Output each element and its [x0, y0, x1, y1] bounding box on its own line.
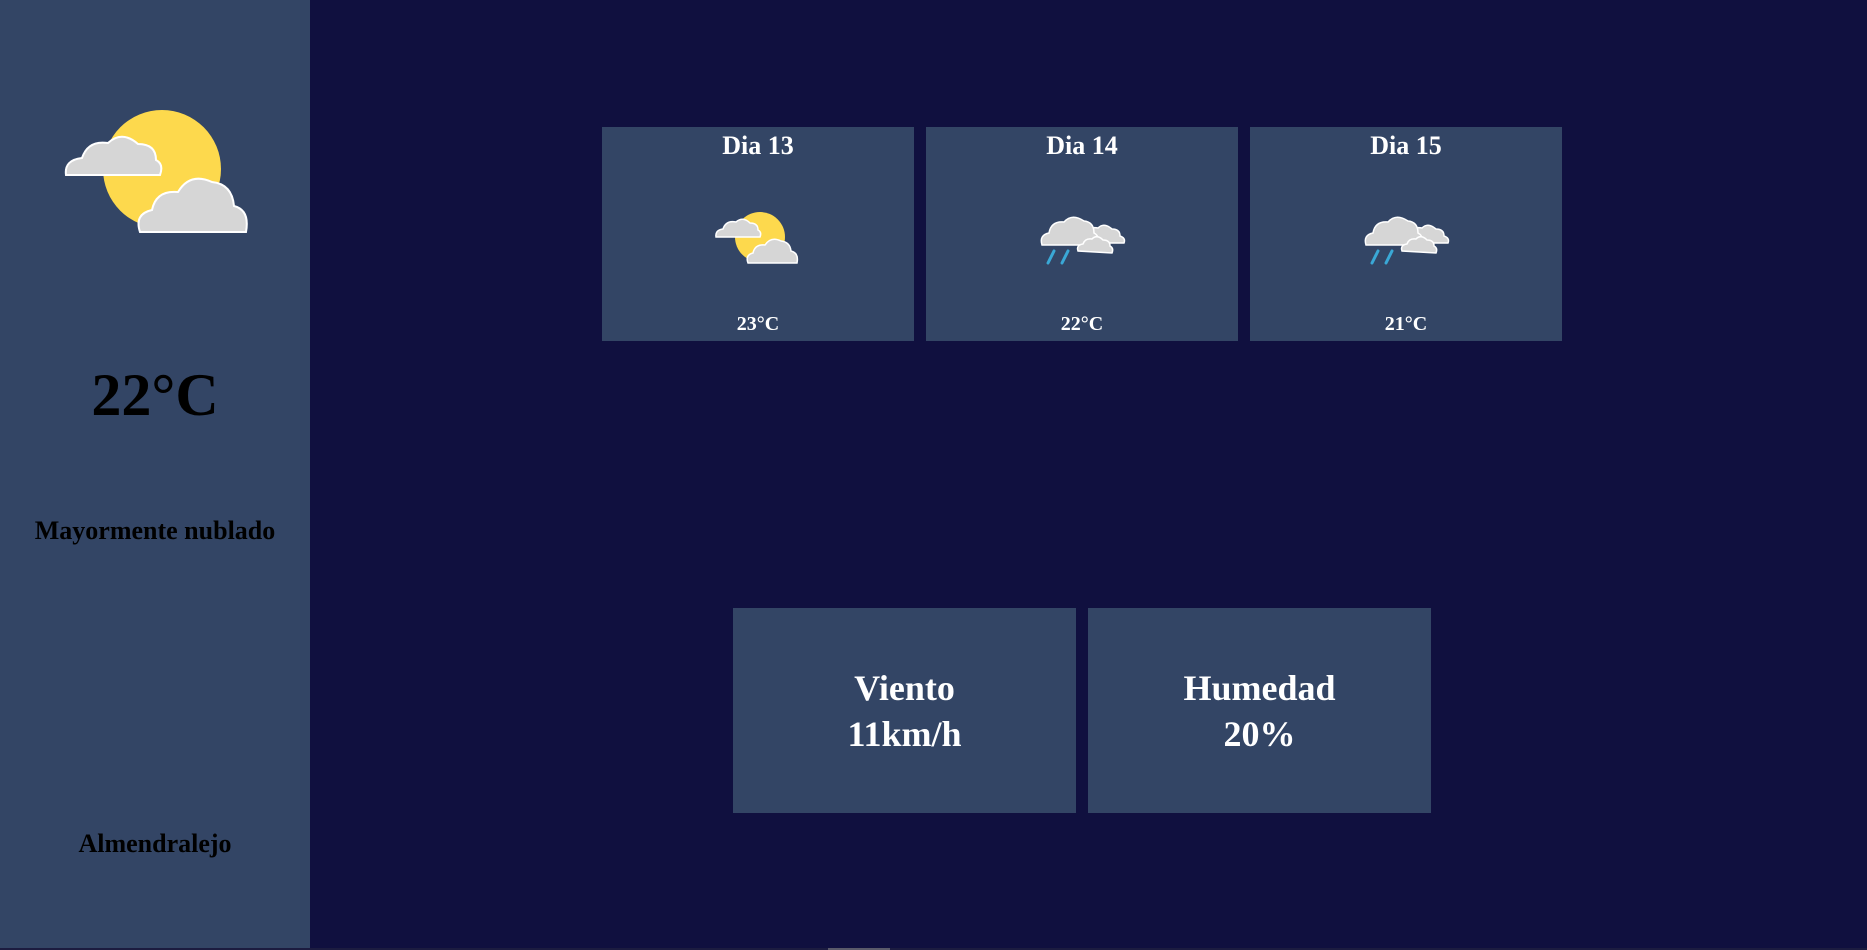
wind-value: 11km/h [847, 713, 962, 754]
forecast-day-label: Dia 13 [722, 131, 794, 160]
forecast-card-day-14: Dia 14 22°C [926, 127, 1238, 341]
sun-behind-clouds-icon [64, 110, 248, 233]
partly-cloudy-icon [715, 212, 799, 264]
humidity-card: Humedad 20% [1088, 608, 1431, 813]
current-weather-panel: 22°C Mayormente nublado Almendralejo [0, 0, 310, 948]
humidity-label: Humedad [1183, 667, 1336, 708]
weather-description: Mayormente nublado [34, 516, 276, 545]
forecast-temperature: 22°C [1060, 313, 1104, 335]
forecast-card-day-15: Dia 15 21°C [1250, 127, 1562, 341]
wind-card: Viento 11km/h [733, 608, 1076, 813]
forecast-temperature: 23°C [736, 313, 780, 335]
forecast-card-day-13: Dia 13 23°C [602, 127, 914, 341]
forecast-day-label: Dia 15 [1370, 131, 1442, 160]
rain-clouds-icon [1040, 216, 1126, 265]
humidity-value: 20% [1223, 713, 1296, 754]
forecast-temperature: 21°C [1384, 313, 1428, 335]
forecast-day-label: Dia 14 [1046, 131, 1118, 160]
current-temperature: 22°C [91, 362, 219, 428]
wind-label: Viento [854, 667, 955, 708]
weather-app: 22°C Mayormente nublado Almendralejo Dia… [0, 0, 1867, 950]
city-name: Almendralejo [78, 829, 232, 858]
rain-clouds-icon [1364, 216, 1450, 265]
